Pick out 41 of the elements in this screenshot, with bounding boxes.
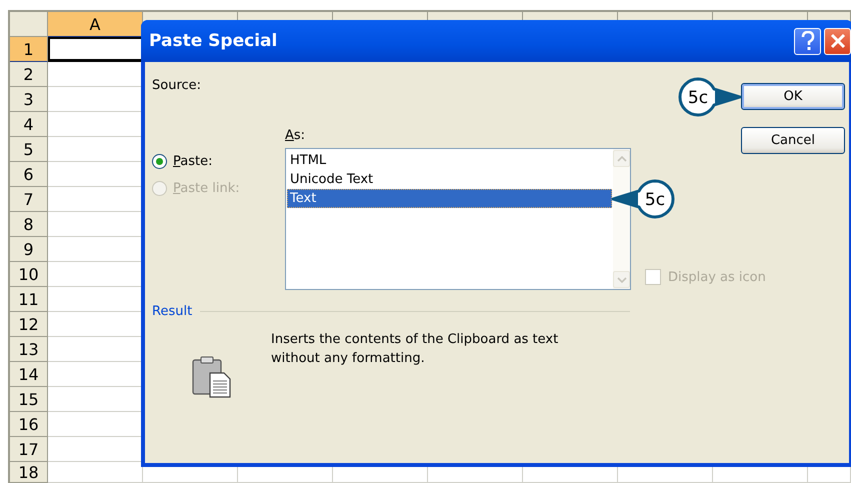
row-header[interactable]: 16: [10, 412, 48, 437]
checkbox-label: Display as icon: [668, 270, 766, 284]
row-header[interactable]: 13: [10, 337, 48, 362]
list-item[interactable]: Unicode Text: [287, 170, 612, 189]
row-header[interactable]: 10: [10, 262, 48, 287]
row-header[interactable]: 15: [10, 387, 48, 412]
row-header[interactable]: 9: [10, 237, 48, 262]
result-label: Result: [152, 304, 192, 319]
as-label: As:: [285, 128, 306, 144]
radio-button[interactable]: [152, 154, 167, 169]
row-header[interactable]: 14: [10, 362, 48, 387]
list-item[interactable]: Text: [287, 189, 612, 208]
row-header[interactable]: 7: [10, 187, 48, 212]
close-button[interactable]: [824, 28, 851, 54]
row-header[interactable]: 2: [10, 62, 48, 87]
column-header[interactable]: A: [48, 12, 143, 37]
step-callout: 5c: [611, 178, 675, 218]
source-label: Source:: [152, 78, 202, 94]
step-callout: 5c: [678, 76, 742, 116]
help-icon: [800, 31, 816, 51]
row-header[interactable]: 18: [10, 462, 48, 483]
row-header[interactable]: 17: [10, 437, 48, 462]
row-header[interactable]: 3: [10, 87, 48, 112]
radio-label: Paste:: [173, 154, 212, 169]
radio-label: Paste link:: [173, 181, 240, 196]
row-header[interactable]: 6: [10, 162, 48, 187]
result-description: Inserts the contents of the Clipboard as text without any formatting.: [271, 331, 560, 368]
help-button[interactable]: [794, 28, 821, 54]
row-header[interactable]: 12: [10, 312, 48, 337]
row-header[interactable]: 8: [10, 212, 48, 237]
row-header[interactable]: 11: [10, 287, 48, 312]
dialog-button[interactable]: OK: [741, 83, 845, 110]
row-header[interactable]: 1: [10, 37, 48, 62]
close-icon: [830, 33, 846, 49]
clipboard-icon: [192, 356, 232, 398]
row-header[interactable]: 5: [10, 137, 48, 162]
list-item[interactable]: HTML: [287, 151, 612, 170]
dialog-button[interactable]: Cancel: [741, 127, 845, 154]
window-title: Paste Special: [149, 31, 278, 51]
corner-cell[interactable]: [10, 12, 48, 37]
row-header[interactable]: 4: [10, 112, 48, 137]
